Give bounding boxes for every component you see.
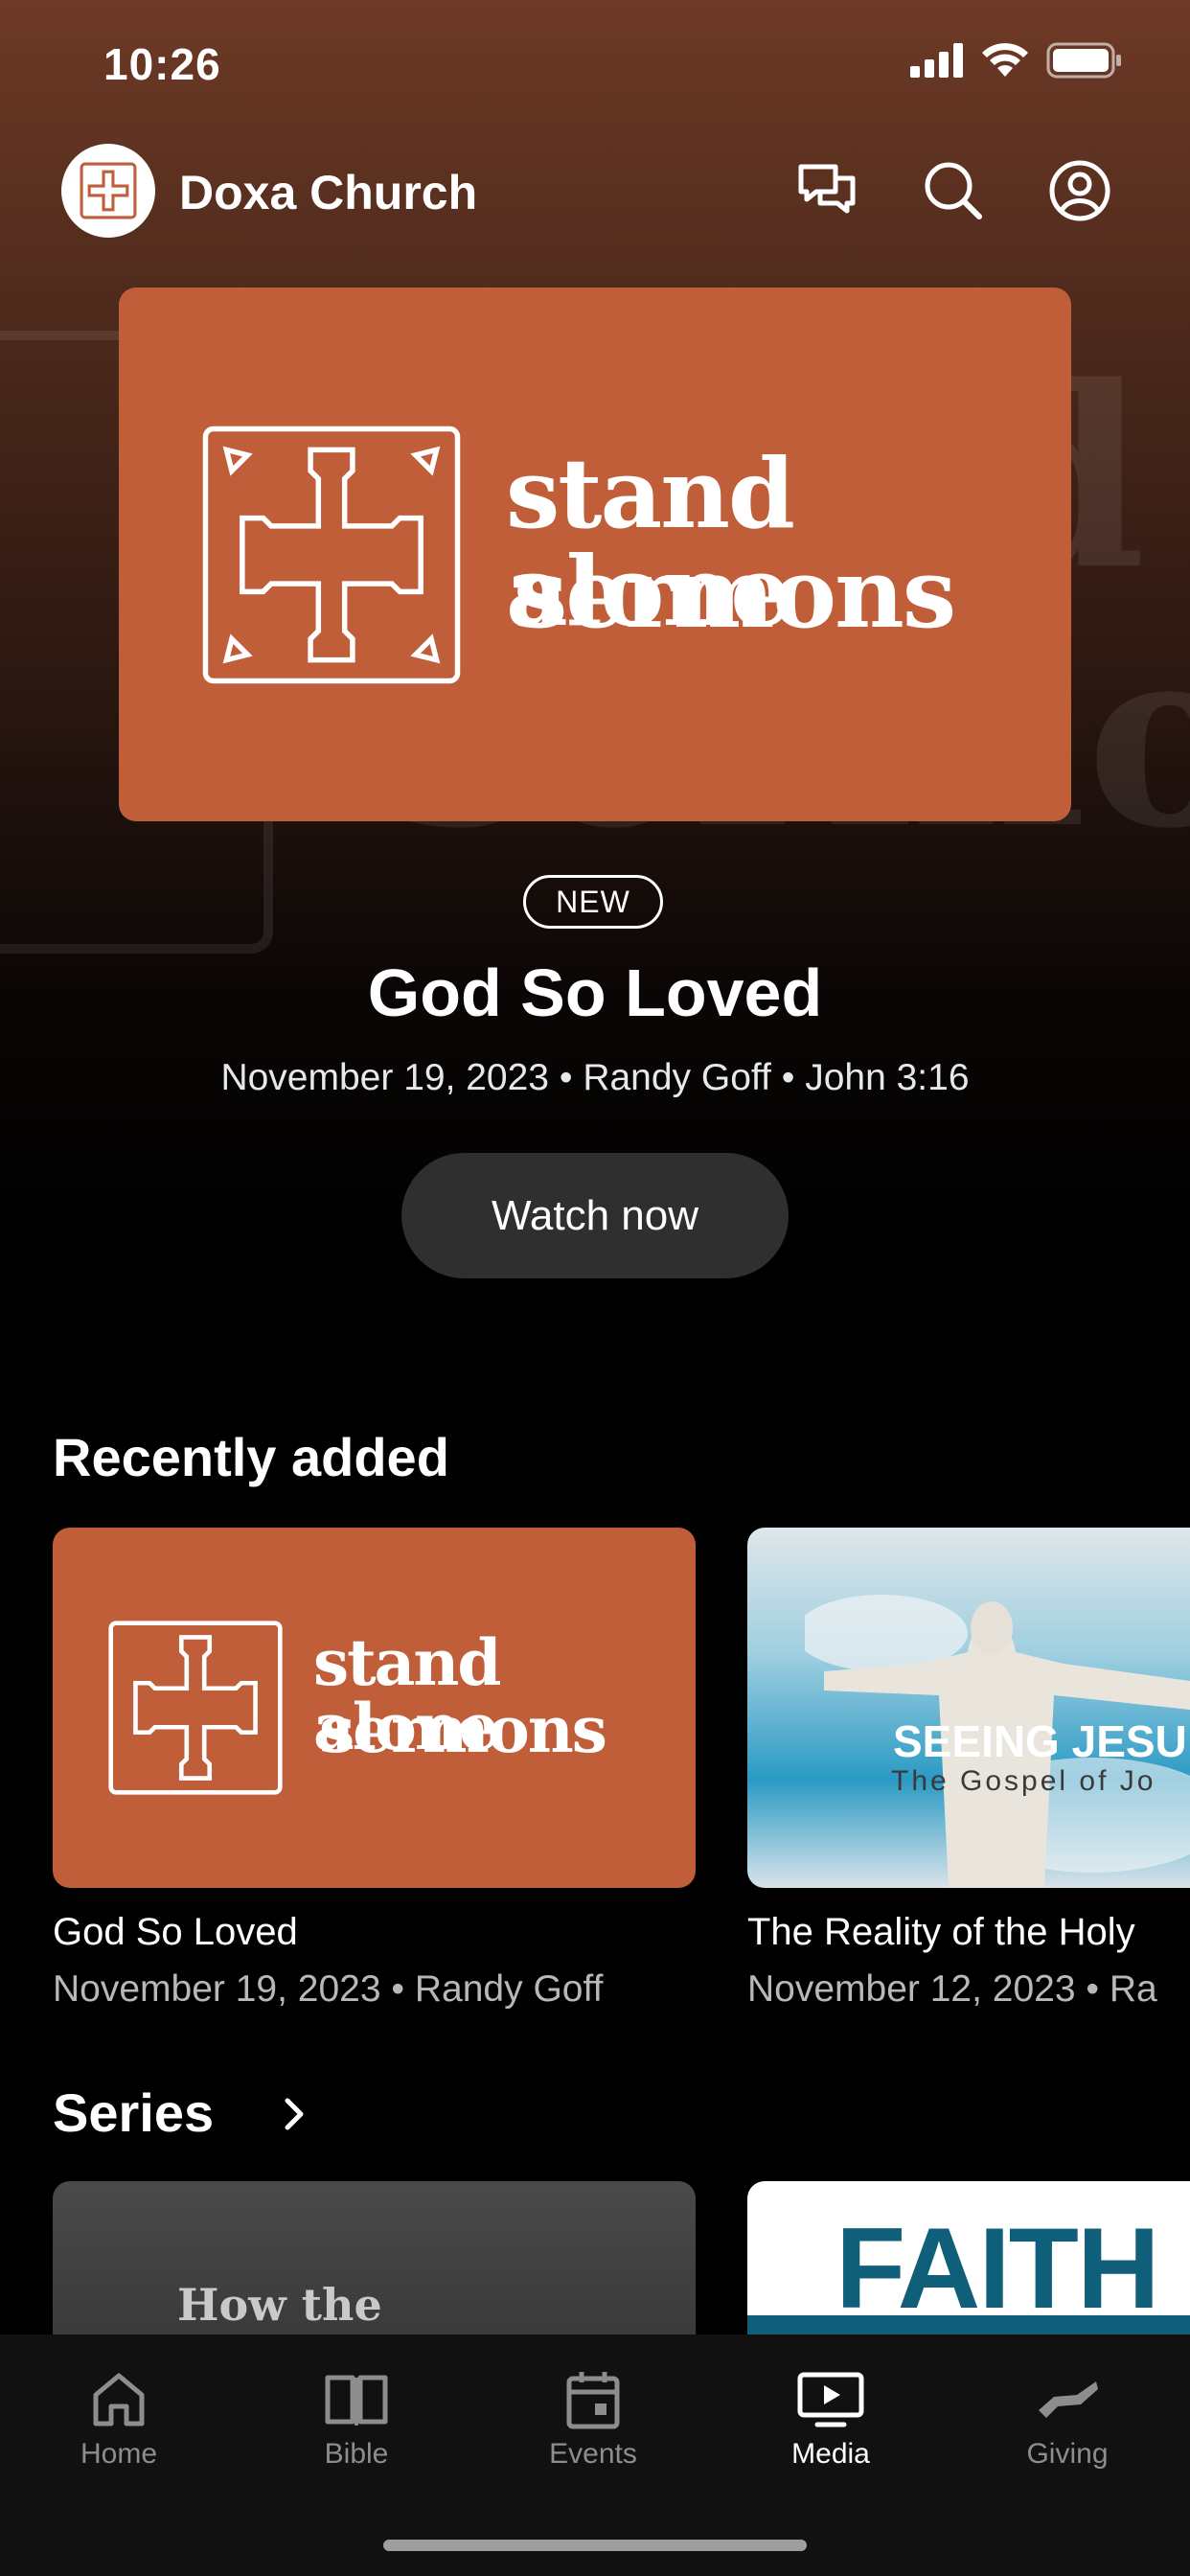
hero-art-line2: sermons (514, 537, 956, 650)
calendar-icon (566, 2372, 620, 2429)
recent-card-1-meta: November 19, 2023 • Randy Goff (53, 1968, 604, 2010)
series-card-2-art-text: FAITH (835, 2204, 1160, 2333)
tab-giving-label: Giving (1026, 2438, 1109, 2470)
search-icon[interactable] (922, 159, 985, 222)
new-badge: NEW (523, 875, 663, 929)
recent-card-2-artwork[interactable]: SEEING JESU The Gospel of Jo (747, 1528, 1190, 1888)
home-indicator (383, 2540, 807, 2551)
signal-icon (910, 43, 963, 78)
tab-events-label: Events (549, 2438, 637, 2470)
profile-icon[interactable] (1048, 159, 1111, 222)
hero-title: God So Loved (367, 955, 823, 1030)
recent-card-1-artwork[interactable]: stand alone sermons (53, 1528, 696, 1888)
hero-artwork[interactable]: stand alone sermons (119, 288, 1071, 821)
series-card-1-artwork[interactable]: How the (53, 2181, 696, 2334)
app-header: Doxa Church (0, 134, 1190, 249)
wifi-icon (982, 43, 1028, 77)
tab-bible[interactable]: Bible (261, 2361, 452, 2471)
chat-icon[interactable] (795, 159, 858, 222)
recently-added-title: Recently added (53, 1427, 449, 1487)
cross-logo-icon (80, 162, 137, 219)
cross-emblem-icon (108, 1621, 283, 1795)
chevron-right-icon[interactable] (278, 2095, 310, 2133)
hero-meta: November 19, 2023 • Randy Goff • John 3:… (220, 1057, 970, 1098)
tab-media[interactable]: Media (735, 2361, 927, 2471)
recent-card-1-art-line2: sermons (319, 1692, 607, 1767)
tab-events[interactable]: Events (497, 2361, 689, 2471)
church-name[interactable]: Doxa Church (179, 165, 477, 220)
series-card-2-artwork[interactable]: FAITH (747, 2181, 1190, 2334)
status-bar: 10:26 (0, 0, 1190, 134)
tab-giving[interactable]: Giving (972, 2361, 1163, 2471)
battery-icon (1046, 42, 1121, 79)
watch-now-button[interactable]: Watch now (401, 1153, 789, 1278)
tab-home[interactable]: Home (23, 2361, 215, 2471)
status-time: 10:26 (103, 39, 221, 89)
recent-card-2-art-line2: The Gospel of Jo (891, 1765, 1156, 1797)
tab-media-label: Media (791, 2438, 870, 2470)
home-icon (93, 2373, 145, 2426)
tab-bible-label: Bible (324, 2438, 389, 2470)
church-logo[interactable] (61, 144, 155, 238)
tab-home-label: Home (80, 2438, 158, 2470)
series-title[interactable]: Series (53, 2082, 214, 2144)
recent-card-1-title[interactable]: God So Loved (53, 1911, 298, 1954)
recent-card-2-art-line1: SEEING JESU (893, 1716, 1187, 1766)
play-screen-icon (797, 2372, 864, 2427)
recent-card-2-meta: November 12, 2023 • Ra (747, 1968, 1157, 2010)
giving-hand-icon (1039, 2381, 1098, 2418)
series-card-1-art-text: How the (177, 2279, 382, 2331)
book-icon (325, 2375, 388, 2426)
recent-card-2-title[interactable]: The Reality of the Holy (747, 1911, 1135, 1954)
cross-emblem-icon (202, 426, 461, 684)
